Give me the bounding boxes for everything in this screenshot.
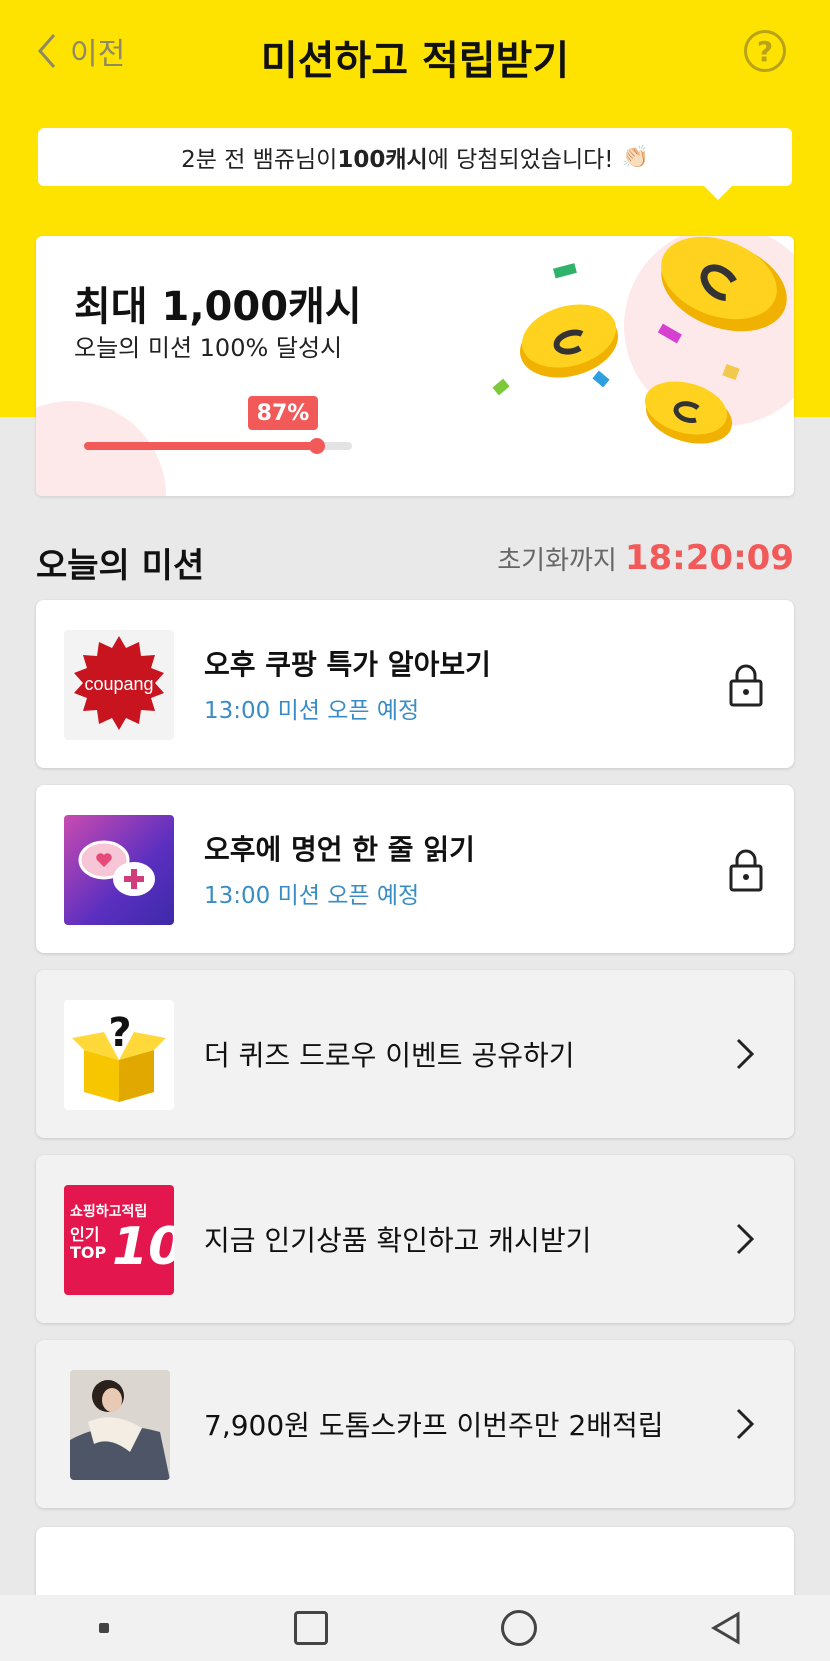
mission-card-coupang[interactable]: coupang 오후 쿠팡 특가 알아보기 13:00 미션 오픈 예정: [36, 600, 794, 768]
mission-title: 지금 인기상품 확인하고 캐시받기: [204, 1224, 592, 1257]
mission-subtitle: 13:00 미션 오픈 예정: [204, 883, 420, 909]
scarf-product-thumbnail: [70, 1370, 170, 1480]
mission-text: 오후에 명언 한 줄 읽기 13:00 미션 오픈 예정: [204, 785, 475, 953]
chevron-right-icon: [736, 1223, 755, 1255]
quote-thumbnail: [64, 815, 174, 925]
mission-text: 더 퀴즈 드로우 이벤트 공유하기: [204, 970, 574, 1138]
mission-text: 오후 쿠팡 특가 알아보기 13:00 미션 오픈 예정: [204, 600, 491, 768]
reset-countdown: 초기화까지 18:20:09: [497, 538, 794, 578]
svg-text:?: ?: [108, 1010, 131, 1056]
reset-timer: 18:20:09: [624, 538, 794, 578]
coupang-badge-icon: coupang: [74, 636, 164, 730]
mission-title: 오후 쿠팡 특가 알아보기: [204, 648, 491, 681]
reward-banner: 최대 1,000캐시 오늘의 미션 100% 달성시 87%: [36, 236, 794, 496]
mission-title: 7,900원 도톰스카프 이번주만 2배적립: [204, 1409, 664, 1442]
top10-line2: 인기: [70, 1225, 100, 1244]
mission-card-top10[interactable]: 쇼핑하고적립 인기 TOP 10 지금 인기상품 확인하고 캐시받기: [36, 1155, 794, 1323]
page-title: 미션하고 적립받기: [260, 38, 570, 84]
coupang-thumbnail: coupang: [64, 630, 174, 740]
reset-label: 초기화까지: [497, 546, 617, 576]
chevron-right-icon: [736, 1408, 755, 1440]
lock-icon: [729, 849, 763, 892]
winner-ticker: 2분 전 뱀쥬님이 100캐시 에 당첨되었습니다! 👏🏻: [38, 128, 792, 200]
system-nav-bar: [0, 1595, 830, 1661]
mystery-box-icon: ?: [72, 1010, 166, 1102]
ticker-prefix: 2분 전 뱀쥬님이: [181, 147, 338, 173]
mission-card-quiz-share[interactable]: ? 더 퀴즈 드로우 이벤트 공유하기: [36, 970, 794, 1138]
coins-illustration-icon: [492, 236, 787, 444]
coupang-logo-text: coupang: [84, 674, 153, 694]
top10-line3: TOP: [70, 1243, 107, 1262]
top10-thumbnail: 쇼핑하고적립 인기 TOP 10: [64, 1185, 174, 1295]
mission-title: 오후에 명언 한 줄 읽기: [204, 833, 475, 866]
app-header: 이전 미션하고 적립받기 ?: [0, 0, 830, 104]
section-title: 오늘의 미션: [36, 546, 205, 586]
mission-text: 7,900원 도톰스카프 이번주만 2배적립: [204, 1340, 664, 1508]
progress-badge: 87%: [248, 396, 318, 430]
mission-text: 지금 인기상품 확인하고 캐시받기: [204, 1155, 591, 1323]
progress-bar: [84, 438, 352, 454]
home-circle-icon[interactable]: [489, 1598, 549, 1658]
chat-bubbles-icon: [78, 840, 155, 896]
ticker-tail: [704, 186, 732, 200]
overview-square-icon[interactable]: [281, 1598, 341, 1658]
ticker-suffix: 에 당첨되었습니다!: [427, 147, 614, 173]
scarf-photo-icon: [70, 1370, 170, 1480]
reward-headline: 최대 1,000캐시: [74, 284, 362, 330]
help-icon[interactable]: ?: [744, 30, 786, 72]
quiz-thumbnail: ?: [64, 1000, 174, 1110]
top10-number: 10: [112, 1217, 174, 1277]
clapping-hands-icon: 👏🏻: [621, 144, 649, 170]
mission-card-quote[interactable]: 오후에 명언 한 줄 읽기 13:00 미션 오픈 예정: [36, 785, 794, 953]
reward-subline: 오늘의 미션 100% 달성시: [74, 334, 343, 362]
mission-title: 더 퀴즈 드로우 이벤트 공유하기: [204, 1039, 575, 1072]
progress-knob: [309, 438, 326, 454]
mission-subtitle: 13:00 미션 오픈 예정: [204, 698, 420, 724]
mission-card-scarf[interactable]: 7,900원 도톰스카프 이번주만 2배적립: [36, 1340, 794, 1508]
lock-icon: [729, 664, 763, 707]
back-triangle-icon[interactable]: [696, 1598, 756, 1658]
mission-section-header: 오늘의 미션 초기화까지 18:20:09: [36, 538, 794, 586]
progress-fill: [84, 442, 318, 450]
chevron-right-icon: [736, 1038, 755, 1070]
ticker-amount: 100캐시: [337, 147, 428, 173]
recent-apps-dot-icon[interactable]: [74, 1598, 134, 1658]
